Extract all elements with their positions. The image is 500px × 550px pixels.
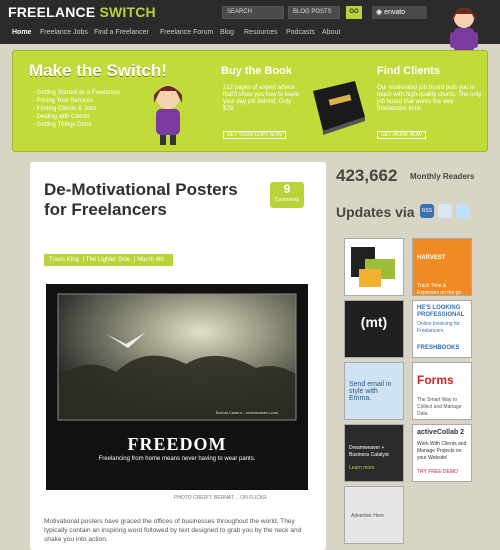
readers-label: Monthly Readers: [410, 172, 475, 181]
category-link[interactable]: The Lighter Side: [86, 257, 130, 263]
poster-title: FREEDOM: [127, 434, 227, 454]
nav-home[interactable]: Home: [12, 29, 31, 36]
updates-via-label: Updates via: [336, 204, 415, 220]
article-excerpt: Motivational posters have graced the off…: [44, 518, 302, 543]
nav-resources[interactable]: Resources: [244, 29, 277, 36]
ad-advertise-here[interactable]: Advertise Here: [344, 486, 404, 544]
hero-link[interactable]: Dealing with Clients: [33, 113, 120, 121]
hero-link[interactable]: Finding Clients & Jobs: [33, 105, 120, 113]
buy-book-text: 212 pages of expert advice that'll show …: [223, 85, 300, 112]
ad-wufoo[interactable]: Forms The Smart Way to Collect and Manag…: [412, 362, 472, 420]
hero-link[interactable]: Pricing Your Services: [33, 97, 120, 105]
nav-find-a-freelancer[interactable]: Find a Freelancer: [94, 29, 149, 36]
get-copy-button[interactable]: GET YOUR COPY NOW: [223, 131, 287, 139]
rss-icon[interactable]: RSS: [420, 204, 434, 218]
find-clients-heading: Find Clients: [377, 65, 440, 77]
top-bar: FREELANCE SWITCH SEARCH BLOG POSTS GO ◉ …: [0, 0, 500, 52]
ad-freshbooks[interactable]: HE'S LOOKING PROFESSIONAL Online Invoici…: [412, 300, 472, 358]
sidebar: 423,662 Monthly Readers Updates via RSS …: [336, 162, 500, 550]
article-card: De-Motivational Posters for Freelancers …: [30, 162, 326, 550]
nav-blog[interactable]: Blog: [220, 29, 234, 36]
post-date: March 4th: [137, 257, 164, 263]
hero-banner: Make the Switch! Getting Started as a Fr…: [12, 50, 488, 152]
ad-mt[interactable]: (mt): [344, 300, 404, 358]
nav-freelance-jobs[interactable]: Freelance Jobs: [40, 29, 88, 36]
ad-activecollab[interactable]: activeCollab 2 Work With Clients and Man…: [412, 424, 472, 482]
book-cover-image: [313, 81, 365, 135]
nav-podcasts[interactable]: Podcasts: [286, 29, 315, 36]
hero-link[interactable]: Getting Things Done: [33, 121, 120, 129]
hero-links: Getting Started as a Freelancer Pricing …: [33, 89, 121, 129]
ad-harvest[interactable]: HARVEST Track Time & Expenses on the go: [412, 238, 472, 296]
article-title[interactable]: De-Motivational Posters for Freelancers: [44, 180, 264, 220]
find-clients-text: Our moderated job board puts you in touc…: [377, 85, 482, 112]
ad-emma[interactable]: Send email in style with Emma.: [344, 362, 404, 420]
blog-posts-select[interactable]: BLOG POSTS: [288, 6, 340, 19]
ad-stationery[interactable]: [344, 238, 404, 296]
envato-dropdown[interactable]: ◉ envato: [372, 6, 427, 19]
author-link[interactable]: Travis King: [49, 257, 79, 263]
main-nav: Home Freelance Jobs Find a Freelancer Fr…: [0, 29, 420, 41]
hero-link[interactable]: Getting Started as a Freelancer: [33, 89, 121, 97]
logo[interactable]: FREELANCE SWITCH: [8, 4, 156, 20]
go-button[interactable]: GO: [346, 6, 362, 19]
get-work-button[interactable]: GET WORK NOW: [377, 131, 426, 139]
poster-small-credit: Bernat Casero – bernatcasero.com: [216, 410, 279, 415]
nav-freelance-forum[interactable]: Freelance Forum: [160, 29, 213, 36]
comments-label: Comments: [274, 197, 300, 203]
ad-adobe[interactable]: Dreamweaver + Business Catalyst Learn mo…: [344, 424, 404, 482]
article-meta: Travis King | The Lighter Side | March 4th: [44, 254, 173, 266]
hero-title: Make the Switch!: [29, 61, 167, 80]
stationery-icon: [351, 247, 395, 287]
hero-character: [154, 85, 182, 145]
photo-credit[interactable]: PHOTO CREDIT: BERNAT… ON FLICKR: [174, 495, 267, 501]
buy-book-heading: Buy the Book: [221, 65, 292, 77]
readers-count: 423,662: [336, 166, 398, 185]
email-icon[interactable]: [438, 204, 452, 218]
poster-subtitle: Freelancing from home means never having…: [98, 456, 256, 462]
poster-image: FREEDOM Freelancing from home means neve…: [46, 284, 308, 490]
twitter-icon[interactable]: [456, 204, 470, 218]
comments-count: 9: [283, 182, 291, 196]
nav-about[interactable]: About: [322, 29, 340, 36]
search-input[interactable]: SEARCH: [222, 6, 284, 19]
comments-badge[interactable]: 9 Comments: [270, 182, 304, 208]
